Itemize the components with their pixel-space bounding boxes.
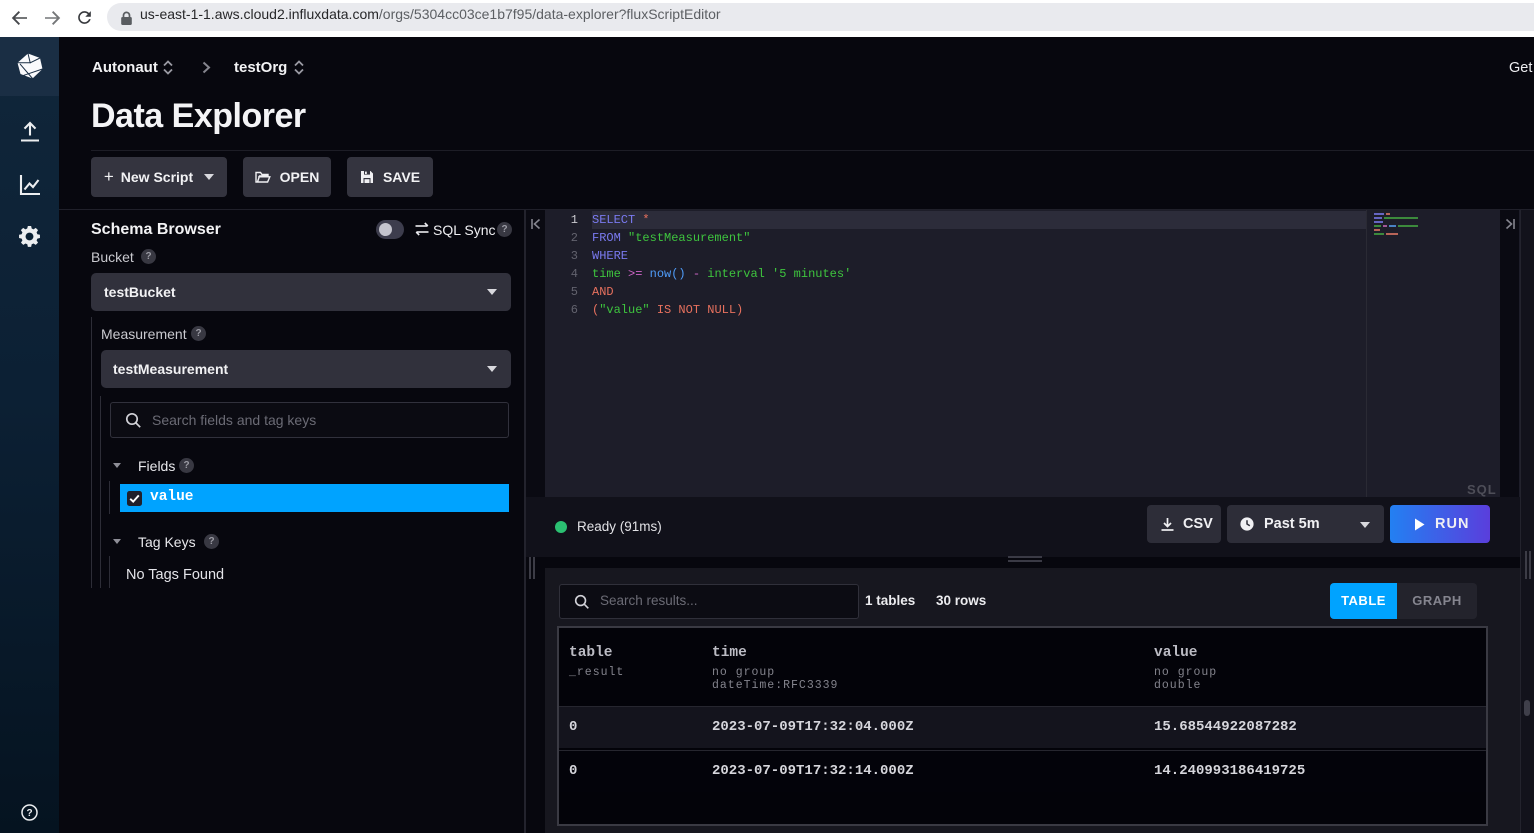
svg-text:?: ? — [26, 808, 32, 819]
